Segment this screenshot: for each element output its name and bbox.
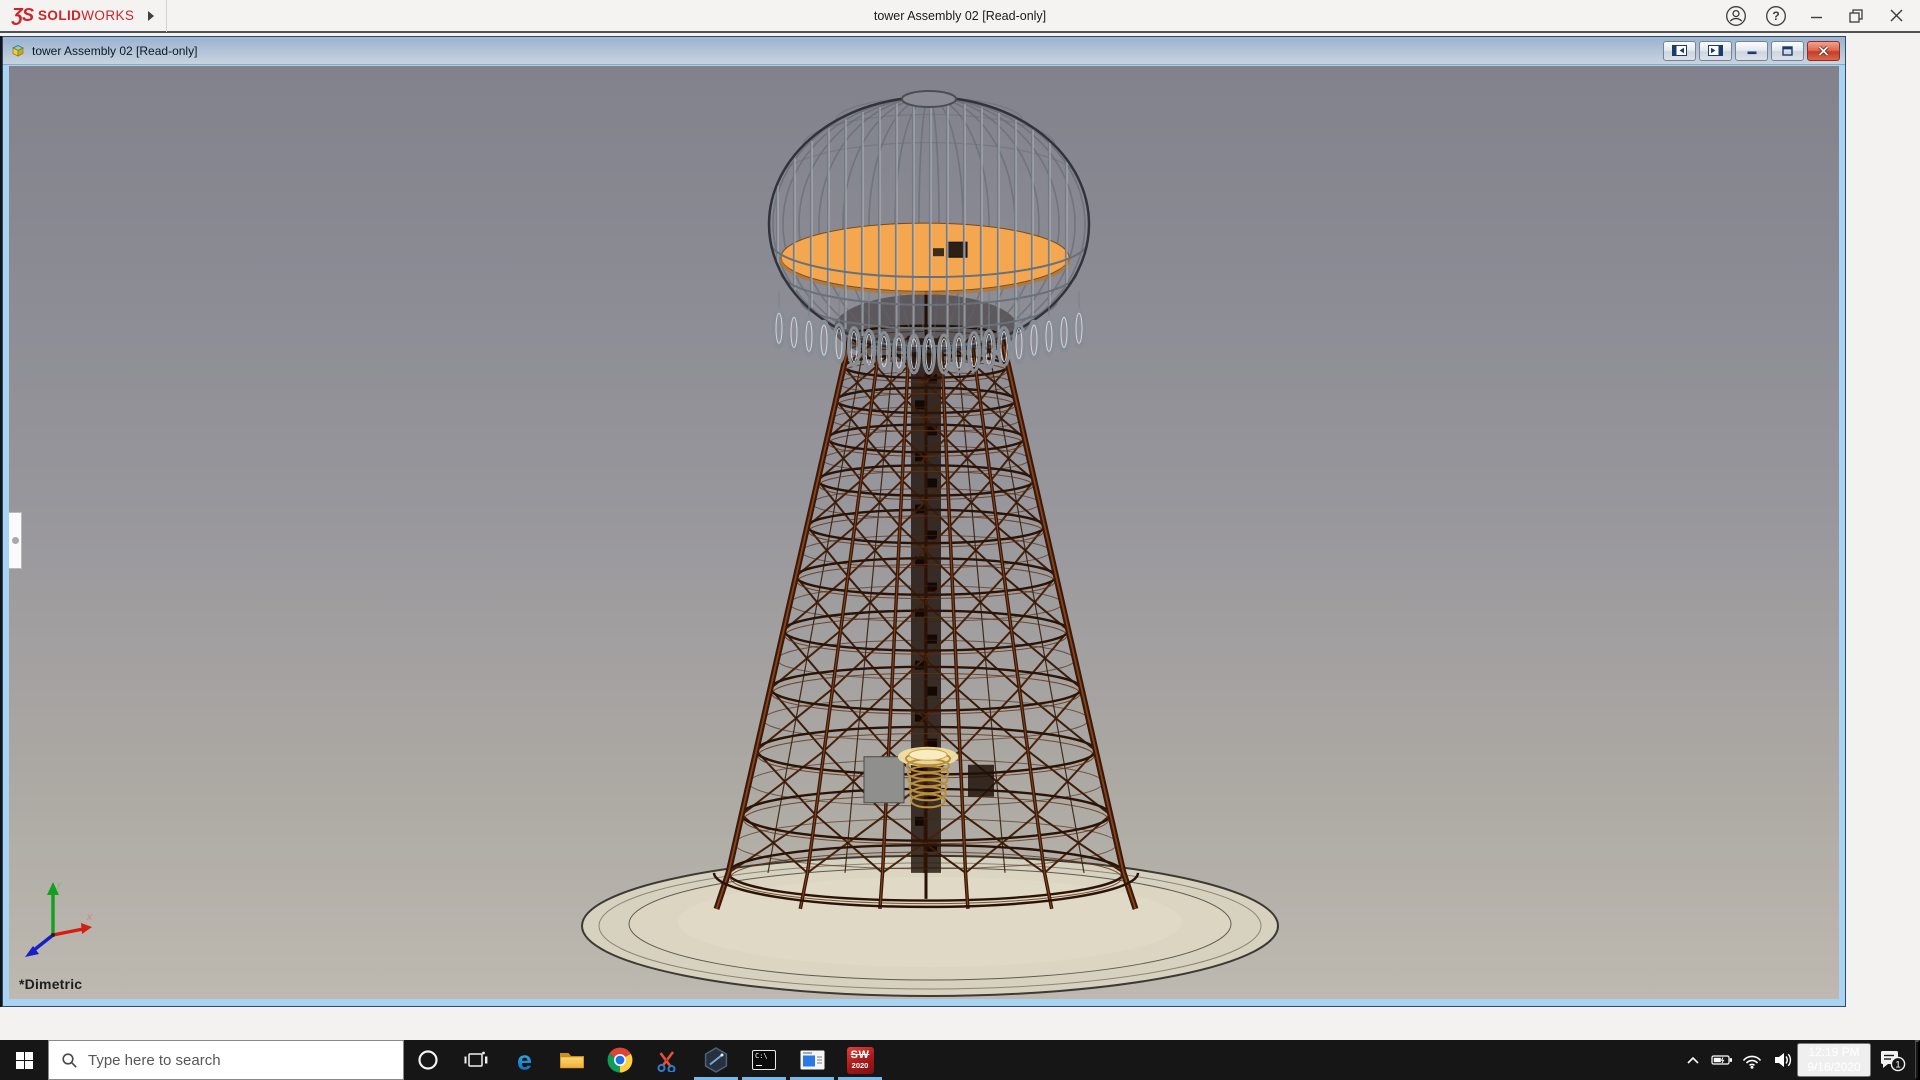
triad-y-label: y — [56, 879, 62, 889]
action-center-button[interactable]: 1 — [1871, 1040, 1915, 1080]
cortana-icon — [417, 1049, 439, 1071]
assembly-document-icon — [10, 43, 26, 59]
document-titlebar[interactable]: tower Assembly 02 [Read-only] — [3, 37, 1845, 65]
taskbar: e — [0, 1040, 1920, 1080]
system-tray: 12:19 PM 9/16/2020 1 — [1679, 1040, 1920, 1080]
taskbar-item-solidworks-2020[interactable]: SW 2020 — [836, 1040, 884, 1080]
notification-badge: 1 — [1895, 1059, 1900, 1070]
tray-network-button[interactable] — [1737, 1040, 1767, 1080]
taskbar-item-snipping-tool[interactable] — [644, 1040, 692, 1080]
show-desktop-button[interactable] — [1915, 1040, 1920, 1080]
doc-restore-button[interactable] — [1771, 41, 1804, 61]
view-orientation-label: *Dimetric — [19, 976, 82, 992]
hexagon-app-icon — [703, 1047, 729, 1073]
app-titlebar: ƷS SOLIDWORKS tower Assembly 02 [Read-on… — [0, 0, 1920, 33]
doc-minimize-button[interactable] — [1735, 41, 1768, 61]
restore-icon — [1849, 9, 1863, 23]
svg-text:e: e — [516, 1047, 531, 1074]
taskbar-item-file-explorer[interactable] — [548, 1040, 596, 1080]
taskbar-search[interactable] — [48, 1040, 404, 1080]
solidworks-logo[interactable]: ƷS SOLIDWORKS — [0, 0, 175, 31]
tray-date: 9/16/2020 — [1799, 1060, 1869, 1075]
screen: ƷS SOLIDWORKS tower Assembly 02 [Read-on… — [0, 0, 1920, 1080]
solidworks-logo-mark-icon: ƷS — [12, 5, 33, 26]
tray-battery-button[interactable] — [1707, 1040, 1737, 1080]
triad-x-label: x — [86, 912, 93, 923]
tray-clock[interactable]: 12:19 PM 9/16/2020 — [1797, 1043, 1871, 1077]
help-icon: ? — [1765, 5, 1787, 27]
volume-icon — [1773, 1051, 1792, 1069]
svg-text:?: ? — [1772, 9, 1779, 23]
search-icon — [61, 1052, 78, 1069]
doc-close-icon — [1818, 46, 1829, 56]
battery-icon — [1711, 1053, 1734, 1067]
start-button[interactable] — [0, 1040, 48, 1080]
titlebar-divider — [166, 0, 167, 32]
window-viewer-icon — [800, 1050, 825, 1070]
splitter-dot-icon — [12, 537, 19, 544]
minimize-icon — [1810, 9, 1823, 22]
document-title: tower Assembly 02 [Read-only] — [32, 44, 197, 58]
graphics-viewport[interactable]: y x *Dimetric — [9, 66, 1839, 999]
taskbar-item-hexagon-app[interactable] — [692, 1040, 740, 1080]
close-button[interactable] — [1876, 0, 1916, 31]
pane-collapse-left-button[interactable] — [1663, 41, 1696, 61]
featuremanager-splitter-tab[interactable] — [9, 512, 22, 569]
chevron-up-icon — [1686, 1055, 1700, 1065]
flyout-arrow-icon[interactable] — [148, 11, 154, 21]
pane-collapse-right-icon — [1708, 45, 1723, 56]
action-center-icon: 1 — [1880, 1049, 1906, 1072]
taskbar-item-chrome[interactable] — [596, 1040, 644, 1080]
account-button[interactable] — [1716, 0, 1756, 31]
file-explorer-icon — [559, 1050, 585, 1070]
tray-time: 12:19 PM — [1799, 1045, 1869, 1060]
doc-minimize-icon — [1747, 46, 1757, 55]
taskbar-item-cortana[interactable] — [404, 1040, 452, 1080]
solidworks-2020-icon: SW 2020 — [847, 1047, 874, 1074]
account-icon — [1725, 5, 1747, 27]
taskbar-item-edge[interactable]: e — [500, 1040, 548, 1080]
tray-overflow-button[interactable] — [1679, 1040, 1707, 1080]
triad-origin — [51, 933, 55, 937]
app-window-title: tower Assembly 02 [Read-only] — [0, 0, 1920, 31]
tray-volume-button[interactable] — [1767, 1040, 1797, 1080]
viewport-3d-scene[interactable] — [9, 66, 1839, 999]
triad-z-axis — [34, 935, 53, 950]
pane-collapse-left-icon — [1672, 45, 1687, 56]
doc-close-button[interactable] — [1807, 41, 1840, 61]
document-window-controls — [1663, 41, 1845, 61]
snipping-tool-icon — [656, 1049, 680, 1072]
chrome-icon — [607, 1047, 633, 1073]
document-window: tower Assembly 02 [Read-only] — [2, 36, 1846, 1007]
doc-restore-icon — [1782, 46, 1793, 56]
taskbar-item-window-viewer[interactable] — [788, 1040, 836, 1080]
edge-icon: e — [511, 1047, 538, 1074]
restore-button[interactable] — [1836, 0, 1876, 31]
close-icon — [1890, 9, 1903, 22]
help-button[interactable]: ? — [1756, 0, 1796, 31]
solidworks-brand-text: SOLIDWORKS — [38, 8, 134, 23]
triad-x-axis — [53, 929, 83, 935]
orientation-triad[interactable]: y x — [21, 879, 97, 965]
taskbar-empty-area — [884, 1040, 1679, 1080]
command-prompt-icon: C:\ — [752, 1050, 776, 1070]
start-icon — [16, 1052, 33, 1069]
wifi-icon — [1741, 1052, 1763, 1069]
task-view-icon — [464, 1050, 488, 1070]
taskbar-item-command-prompt[interactable]: C:\ — [740, 1040, 788, 1080]
pane-collapse-right-button[interactable] — [1699, 41, 1732, 61]
taskbar-item-task-view[interactable] — [452, 1040, 500, 1080]
minimize-button[interactable] — [1796, 0, 1836, 31]
search-input[interactable] — [88, 1052, 403, 1069]
triad-x-arrowhead — [81, 923, 92, 934]
app-window-controls: ? — [1716, 0, 1916, 31]
